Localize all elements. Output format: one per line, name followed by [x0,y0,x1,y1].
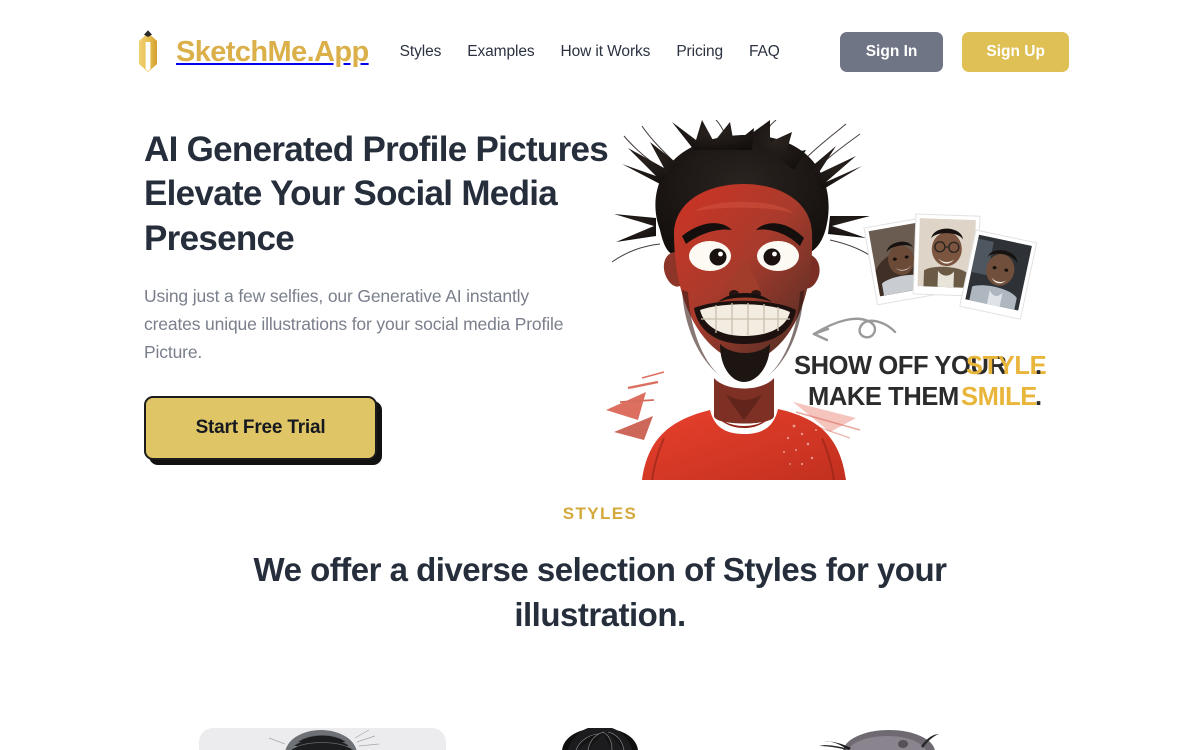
selfie-photos [863,213,1038,320]
curly-arrow-left-icon [812,317,897,342]
brand-name: SketchMe.App [176,35,369,68]
tagline-line1-period: . [1035,352,1042,380]
hero-cta-wrap: Start Free Trial [144,396,381,464]
sign-in-button[interactable]: Sign In [839,32,944,72]
start-free-trial-button[interactable]: Start Free Trial [144,396,377,461]
styles-heading: We offer a diverse selection of Styles f… [253,551,947,634]
tagline-line2-period: . [1035,383,1042,411]
nav-item-examples[interactable]: Examples [454,44,547,60]
hero-tagline: SHOW OFF YOUR STYLE . MAKE THEM SMILE . [794,352,1047,411]
pencil-sketch-portrait-icon [268,729,380,750]
charcoal-portrait-icon [819,730,939,750]
style-card-2[interactable] [476,728,723,750]
style-card-3[interactable] [753,728,1000,750]
sign-up-button[interactable]: Sign Up [962,32,1069,72]
hero-illustration: SHOW OFF YOUR STYLE . MAKE THEM SMILE . [598,120,1068,480]
hero-section: AI Generated Profile Pictures Elevate Yo… [0,104,1200,504]
nav-item-faq[interactable]: FAQ [736,44,793,60]
hero-subtitle: Using just a few selfies, our Generative… [144,286,564,362]
landing-page: SketchMe.App Styles Examples How it Work… [0,0,1200,750]
tagline-line2-dark: MAKE THEM [808,383,959,411]
ink-hair-portrait-icon [562,728,638,750]
nav-item-styles[interactable]: Styles [387,44,455,60]
hero-title: AI Generated Profile Pictures Elevate Yo… [144,130,609,258]
main-nav: Styles Examples How it Works Pricing FAQ [387,44,793,60]
styles-eyebrow: STYLES [562,504,638,523]
site-header: SketchMe.App Styles Examples How it Work… [0,0,1200,104]
auth-actions: Sign In Sign Up [839,32,1069,72]
style-cards [199,728,1001,750]
style-card-1[interactable] [199,728,446,750]
tagline-line2-accent: SMILE [961,383,1037,411]
styles-section: STYLES We offer a diverse selection of S… [0,504,1200,637]
nav-item-pricing[interactable]: Pricing [663,44,736,60]
brand-logo[interactable]: SketchMe.App [133,28,369,76]
hero-copy: AI Generated Profile Pictures Elevate Yo… [144,128,614,464]
pencil-icon [133,28,163,76]
nav-item-how-it-works[interactable]: How it Works [548,44,664,60]
